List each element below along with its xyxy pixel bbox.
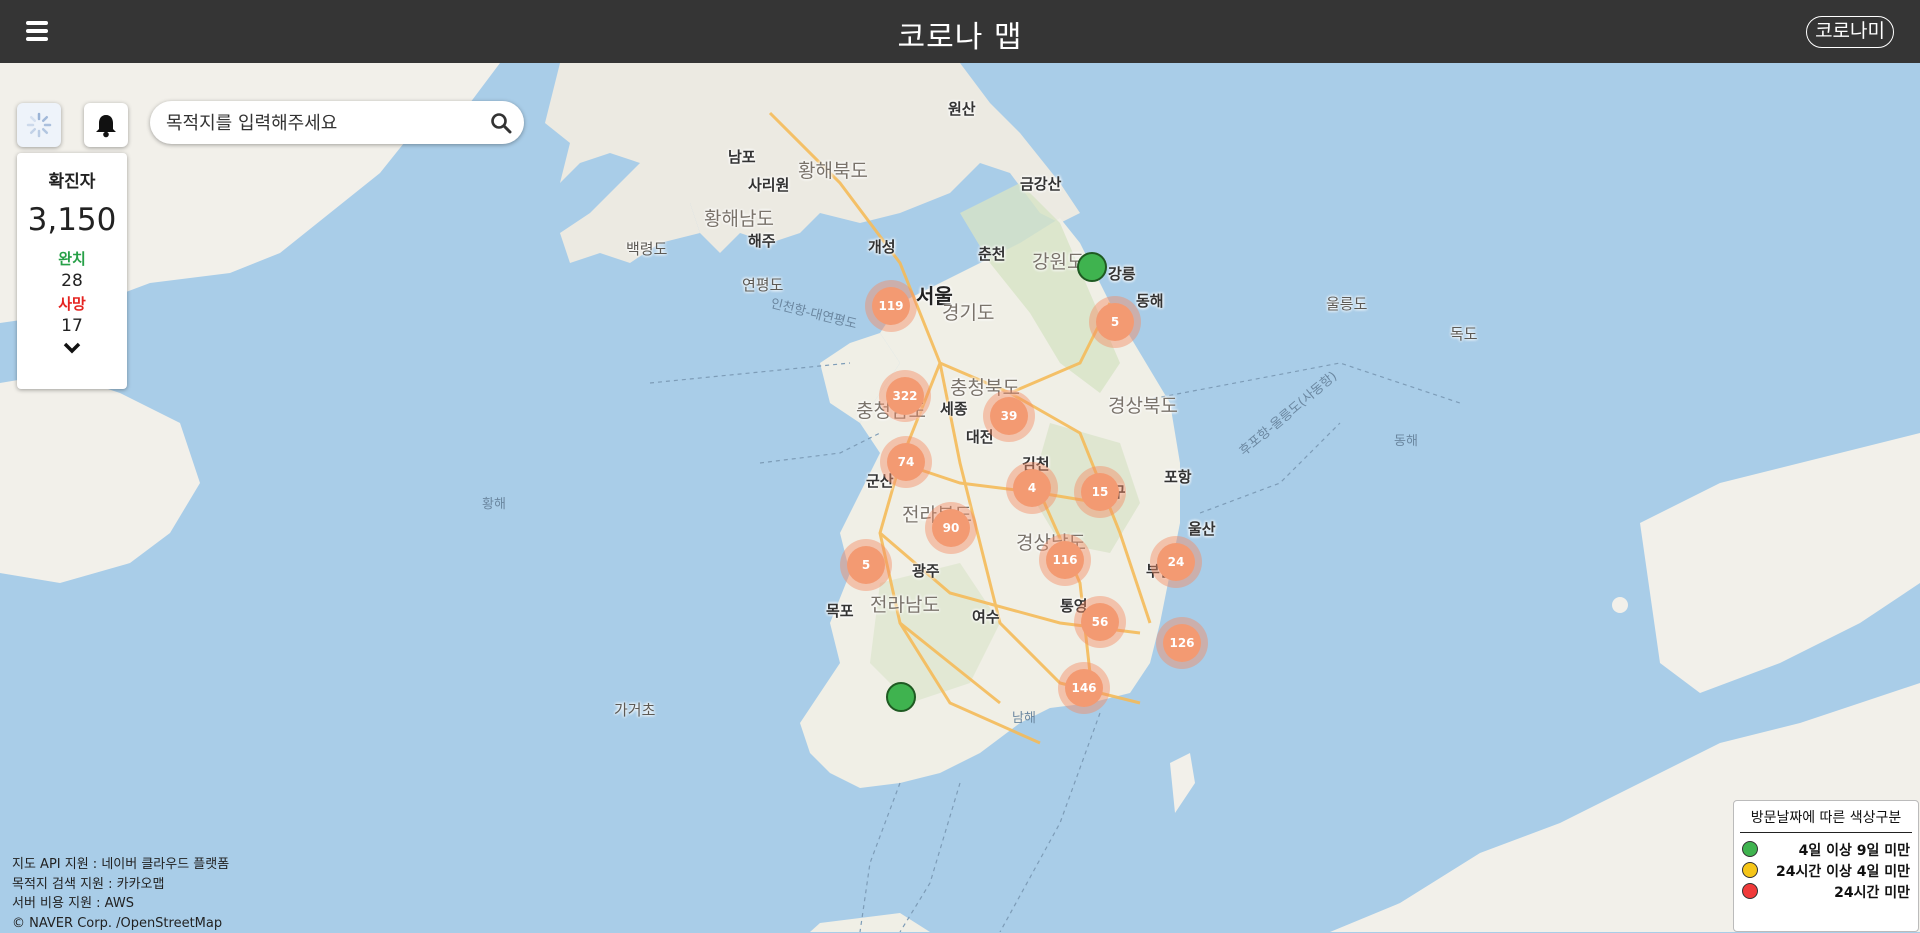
place-label: 가거초 [614, 699, 655, 720]
place-label: 연평도 [742, 274, 783, 295]
attribution-line: 지도 API 지원 : 네이버 클라우드 플랫폼 [12, 855, 229, 875]
place-label: 황해북도 [798, 156, 868, 183]
place-label: 목포 [826, 600, 854, 621]
place-label: 강릉 [1108, 263, 1136, 284]
place-label: 독도 [1450, 323, 1478, 344]
attribution-line: 목적지 검색 지원 : 카카오맵 [12, 875, 229, 895]
case-cluster-marker[interactable]: 116 [1046, 541, 1084, 579]
place-label: 해주 [748, 230, 776, 251]
case-cluster-marker[interactable]: 322 [886, 377, 924, 415]
place-label: 동해 [1136, 290, 1164, 311]
legend-item: 24시간 미만 [1734, 881, 1918, 902]
case-cluster-marker[interactable]: 4 [1013, 469, 1051, 507]
case-cluster-marker[interactable]: 39 [990, 397, 1028, 435]
case-cluster-marker[interactable]: 5 [1096, 303, 1134, 341]
hamburger-menu-icon[interactable] [26, 21, 48, 41]
location-spinner-icon [17, 103, 61, 147]
sea-label: 황해 [482, 493, 506, 512]
case-cluster-marker[interactable]: 126 [1163, 624, 1201, 662]
recovered-count: 28 [17, 271, 127, 291]
place-label: 사리원 [748, 174, 789, 195]
place-label: 금강산 [1020, 173, 1061, 194]
place-label: 충청북도 [950, 373, 1020, 400]
map-legend: 방문날짜에 따른 색상구분 4일 이상 9일 미만 24시간 이상 4일 미만 … [1733, 800, 1919, 932]
legend-item-label: 24시간 미만 [1834, 882, 1910, 902]
case-cluster-marker[interactable]: 119 [872, 287, 910, 325]
recovered-label: 완치 [17, 248, 127, 269]
red-dot-icon [1742, 883, 1758, 899]
current-location-button[interactable] [17, 103, 61, 147]
place-label: 여수 [972, 606, 1000, 627]
destination-search-input[interactable] [164, 109, 478, 137]
place-label: 황해남도 [704, 204, 774, 231]
case-cluster-marker[interactable]: 24 [1157, 543, 1195, 581]
legend-item: 24시간 이상 4일 미만 [1734, 860, 1918, 881]
search-icon[interactable] [490, 112, 512, 134]
map-attribution: 지도 API 지원 : 네이버 클라우드 플랫폼 목적지 검색 지원 : 카카오… [12, 855, 229, 933]
place-label: 울산 [1188, 518, 1216, 539]
place-label: 춘천 [978, 243, 1006, 264]
place-label: 포항 [1164, 466, 1192, 487]
place-label: 남포 [728, 146, 756, 167]
deaths-label: 사망 [17, 293, 127, 314]
place-label: 군산 [866, 470, 894, 491]
place-label: 백령도 [626, 238, 667, 259]
attribution-line: © NAVER Corp. /OpenStreetMap [12, 914, 229, 933]
page-title: 코로나 맵 [0, 12, 1920, 56]
place-label: 전라남도 [870, 590, 940, 617]
place-label: 경상북도 [1108, 391, 1178, 418]
place-label: 세종 [940, 398, 968, 419]
coronami-button[interactable]: 코로나미 [1806, 16, 1894, 48]
legend-divider [1740, 832, 1912, 833]
legend-title: 방문날짜에 따른 색상구분 [1740, 809, 1912, 828]
bell-icon [84, 103, 128, 147]
deaths-count: 17 [17, 316, 127, 336]
place-label: 광주 [912, 560, 940, 581]
place-label: 대전 [966, 426, 994, 447]
map-terrain [0, 63, 1920, 932]
sea-label: 동해 [1394, 430, 1418, 449]
yellow-dot-icon [1742, 862, 1758, 878]
case-cluster-marker[interactable]: 90 [932, 509, 970, 547]
place-label: 개성 [868, 236, 896, 257]
green-dot-icon [1742, 841, 1758, 857]
visit-marker-green[interactable] [886, 682, 916, 712]
chevron-down-icon[interactable] [63, 342, 81, 354]
legend-item-label: 4일 이상 9일 미만 [1799, 840, 1910, 860]
case-cluster-marker[interactable]: 15 [1081, 473, 1119, 511]
stats-panel: 확진자 3,150 완치 28 사망 17 [17, 153, 127, 389]
legend-item: 4일 이상 9일 미만 [1734, 839, 1918, 860]
visit-marker-green[interactable] [1077, 252, 1107, 282]
place-label: 원산 [948, 98, 976, 119]
place-label: 경기도 [942, 298, 994, 325]
sea-label: 남해 [1012, 707, 1036, 726]
attribution-line: 서버 비용 지원 : AWS [12, 894, 229, 914]
case-cluster-marker[interactable]: 5 [847, 546, 885, 584]
legend-item-label: 24시간 이상 4일 미만 [1776, 861, 1910, 881]
confirmed-label: 확진자 [17, 167, 127, 192]
place-label: 울릉도 [1326, 293, 1367, 314]
case-cluster-marker[interactable]: 146 [1065, 669, 1103, 707]
confirmed-count: 3,150 [17, 202, 127, 238]
notification-button[interactable] [84, 103, 128, 147]
map-canvas[interactable]: 원산 남포 황해북도 사리원 황해남도 해주 금강산 개성 백령도 연평도 춘천… [0, 63, 1920, 932]
case-cluster-marker[interactable]: 74 [887, 443, 925, 481]
case-cluster-marker[interactable]: 56 [1081, 603, 1119, 641]
destination-search-box [150, 101, 524, 144]
app-header: 코로나 맵 코로나미 [0, 0, 1920, 63]
